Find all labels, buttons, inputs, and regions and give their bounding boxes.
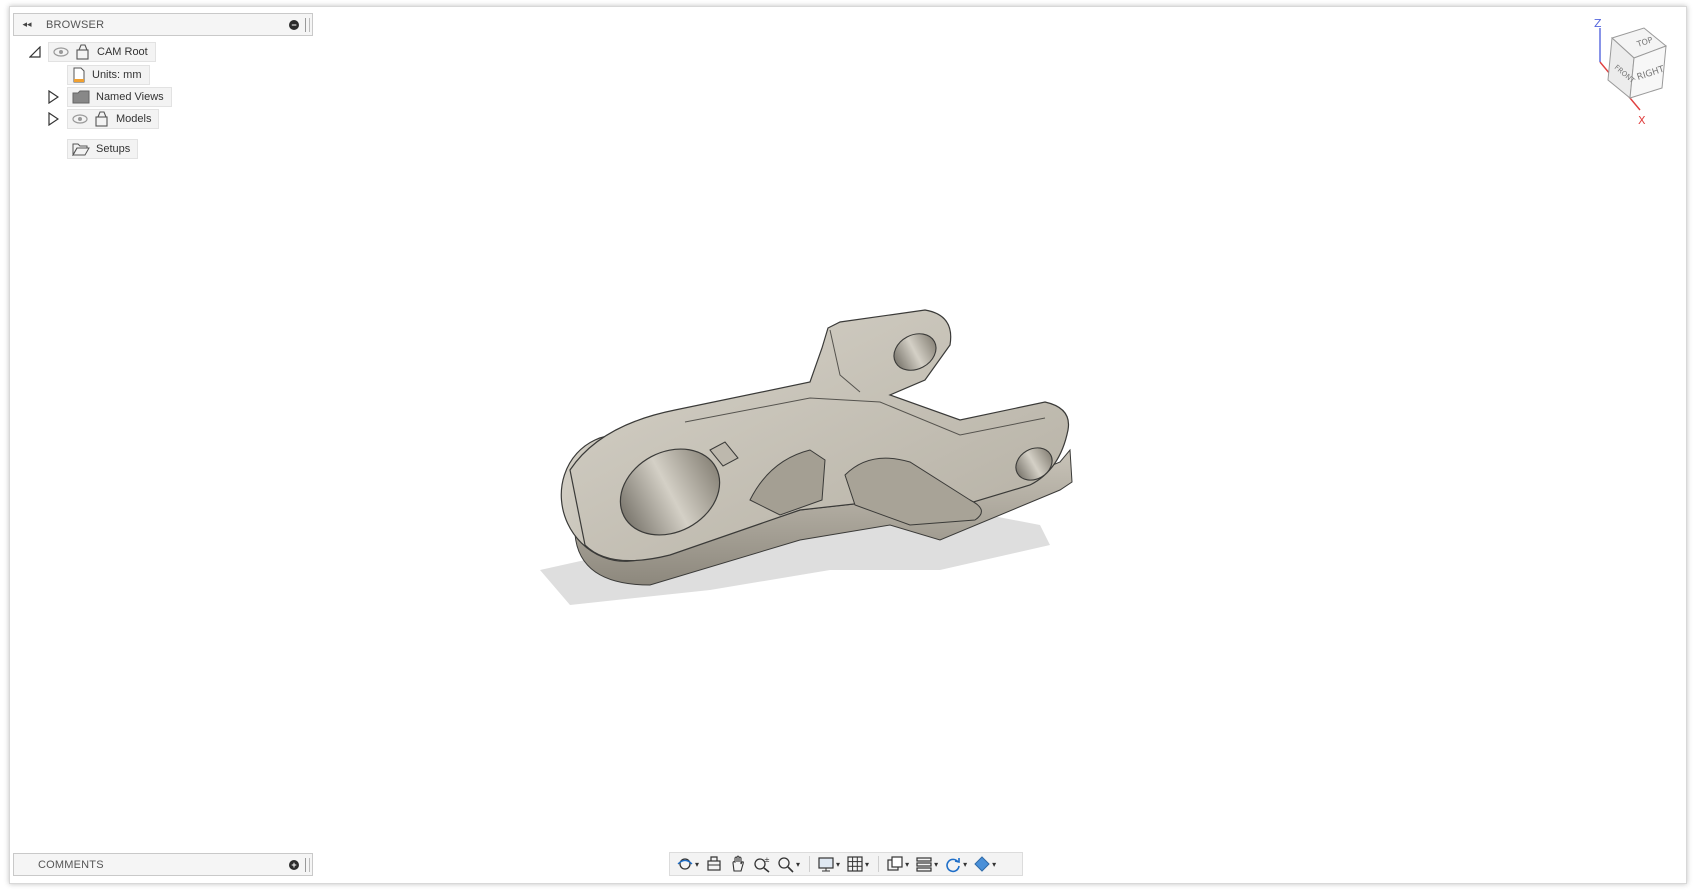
canvas-viewport[interactable]	[10, 30, 1684, 850]
browser-header: ◂◂ BROWSER −	[13, 13, 313, 36]
document-icon	[72, 67, 86, 83]
viewcube[interactable]: TOP FRONT RIGHT Z X	[1562, 17, 1672, 133]
orbit-icon[interactable]: ▾	[674, 854, 701, 874]
zoom-icon[interactable]: ±	[751, 854, 773, 874]
look-at-icon[interactable]	[703, 854, 725, 874]
tree-label: Named Views	[96, 91, 164, 103]
comments-title: COMMENTS	[38, 858, 104, 871]
tree-label: Units: mm	[92, 69, 142, 81]
tree-row-models[interactable]: Models	[46, 108, 160, 130]
tree-label: CAM Root	[97, 46, 148, 58]
browser-pin-icon[interactable]	[305, 17, 310, 32]
toolbar-separator	[809, 856, 811, 872]
z-axis-label: Z	[1594, 18, 1602, 30]
tree-row-setups[interactable]: Setups	[67, 138, 139, 160]
component-icon	[75, 44, 91, 60]
open-folder-icon	[72, 142, 90, 156]
eye-icon[interactable]	[53, 46, 69, 58]
collapse-browser-icon[interactable]: ◂◂	[16, 15, 38, 35]
x-axis-label: X	[1638, 114, 1646, 127]
tree-label: Setups	[96, 143, 131, 155]
tree-row-units[interactable]: Units: mm	[67, 64, 150, 86]
model-render	[540, 309, 1073, 605]
pan-icon[interactable]	[727, 854, 749, 874]
toolbar-separator	[878, 856, 880, 872]
expanded-triangle-icon[interactable]	[28, 45, 42, 59]
navigation-toolbar: ▾ ± ▾ ▾ ▾ ▾ ▾ ▾ ▾	[669, 852, 1023, 876]
comments-pin-icon[interactable]	[305, 857, 310, 872]
collapsed-triangle-icon[interactable]	[46, 112, 60, 126]
component-icon	[94, 111, 110, 127]
browser-title: BROWSER	[46, 18, 105, 31]
refresh-icon[interactable]: ▾	[942, 854, 969, 874]
svg-text:±: ±	[764, 856, 770, 864]
layers-icon[interactable]: ▾	[913, 854, 940, 874]
cam-stock-icon[interactable]: ▾	[971, 854, 998, 874]
comments-header: COMMENTS +	[13, 853, 313, 876]
browser-minimize-icon[interactable]: −	[289, 19, 299, 30]
collapsed-triangle-icon[interactable]	[46, 90, 60, 104]
grid-settings-icon[interactable]: ▾	[844, 854, 871, 874]
tree-label: Models	[116, 113, 152, 125]
eye-icon[interactable]	[72, 113, 88, 125]
tree-row-cam-root[interactable]: CAM Root	[28, 41, 156, 63]
viewports-icon[interactable]: ▾	[884, 854, 911, 874]
display-settings-icon[interactable]: ▾	[815, 854, 842, 874]
fit-icon[interactable]: ▾	[775, 854, 802, 874]
add-comment-icon[interactable]: +	[289, 859, 299, 870]
tree-row-named-views[interactable]: Named Views	[46, 86, 172, 108]
folder-icon	[72, 90, 90, 104]
